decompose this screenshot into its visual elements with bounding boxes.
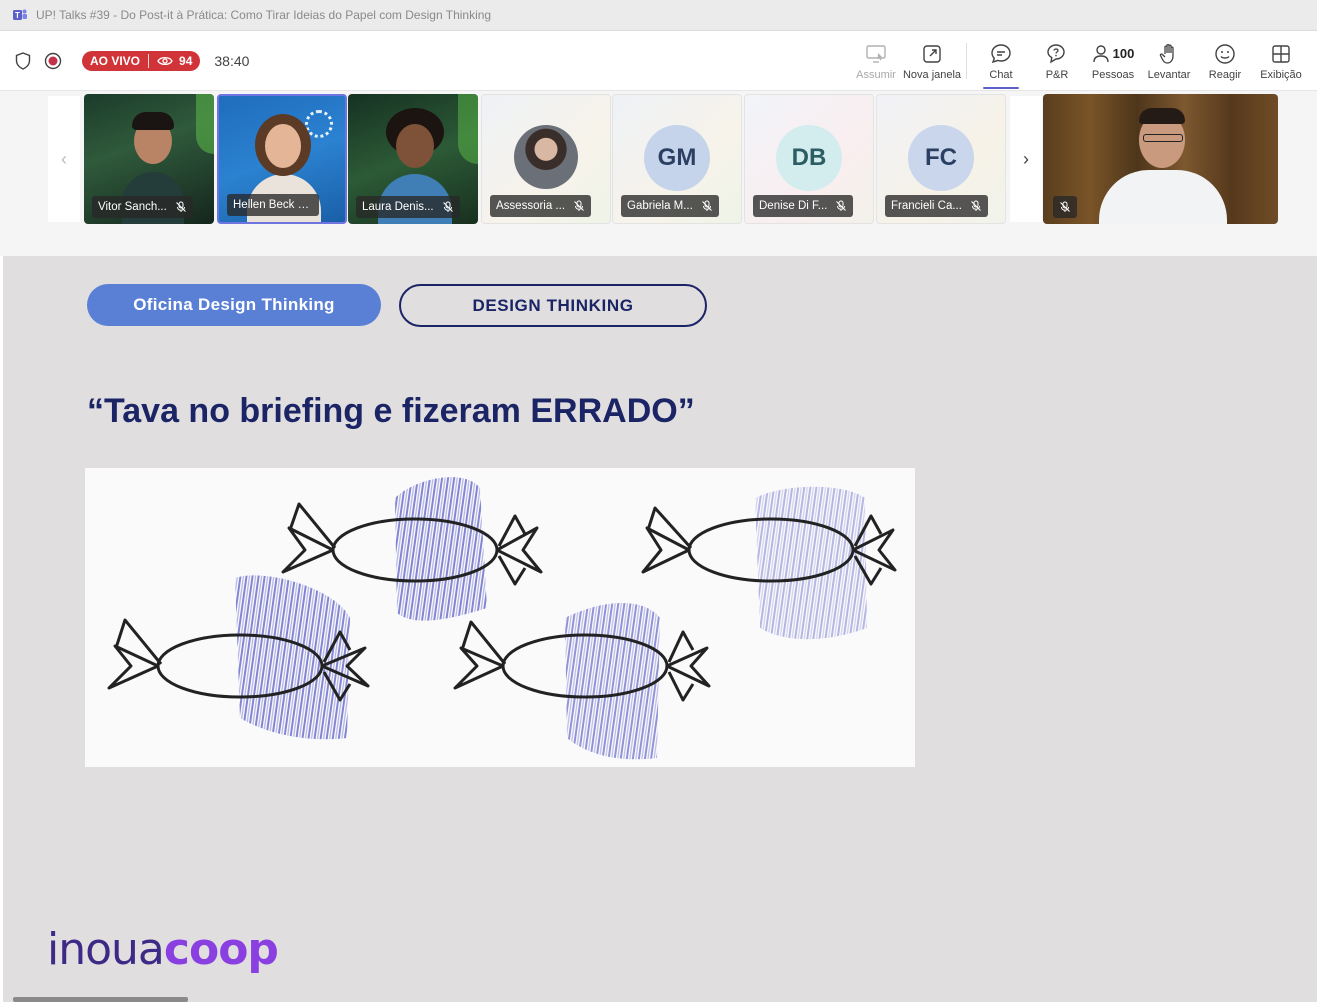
teams-icon: T [13,9,27,20]
grid-view-icon [1271,42,1291,66]
eye-icon [157,56,173,66]
mic-off-icon [836,200,847,211]
meeting-timer: 38:40 [214,53,250,69]
avatar [514,125,578,189]
participant-name-label: Denise Di F... [753,195,854,217]
mic-off-icon [971,200,981,211]
presenter-mic [1053,196,1077,218]
chevron-right-icon: › [1023,148,1029,169]
participant-name: Laura Denis... [362,201,434,213]
assumir-button[interactable]: Assumir [848,31,904,91]
avatar-initials: GM [644,125,710,191]
assumir-label: Assumir [856,68,896,81]
live-label: AO VIVO [90,54,141,68]
participant-tile[interactable]: Assessoria ... [481,94,611,224]
candy-drawing [85,468,915,767]
react-button[interactable]: Reagir [1197,31,1253,91]
chat-button[interactable]: Chat [973,31,1029,91]
qa-button[interactable]: P&R [1029,31,1085,91]
view-button[interactable]: Exibição [1253,31,1309,91]
people-count: 100 [1112,46,1135,61]
new-window-button[interactable]: Nova janela [902,31,962,91]
participant-name-label: Laura Denis... [356,196,460,218]
pop-out-icon [922,42,942,66]
mic-off-icon [1060,201,1070,212]
participant-name-label: Vitor Sanch... [92,196,193,218]
participant-name: Francieli Ca... [891,200,962,212]
participant-tile[interactable]: Laura Denis... [348,94,478,224]
avatar-initials: FC [908,125,974,191]
smiley-icon [1214,42,1236,66]
participant-strip: ‹ Vitor Sanch... Hellen Beck De ... [0,91,1317,256]
logo-text-inoua: inoua [47,924,165,975]
raise-hand-button[interactable]: Levantar [1141,31,1197,91]
participant-name: Denise Di F... [759,200,828,212]
live-badge: AO VIVO 94 [82,51,201,71]
participant-name-label: Francieli Ca... [885,195,988,217]
shared-slide: Oficina Design Thinking DESIGN THINKING … [3,256,1317,1002]
presenter-video[interactable] [1043,94,1278,224]
participant-name-label: Assessoria ... [490,195,592,217]
viewer-count: 94 [179,54,193,68]
strip-next-button[interactable]: › [1010,96,1042,222]
people-icon [1092,44,1109,62]
view-label: Exibição [1260,68,1302,81]
participant-name: Vitor Sanch... [98,201,167,213]
participant-tile[interactable]: DB Denise Di F... [744,94,874,224]
participant-tile-active[interactable]: Hellen Beck De ... [217,94,347,224]
participant-tile[interactable]: Vitor Sanch... [84,94,214,224]
mic-off-icon [701,200,712,211]
participant-name: Gabriela M... [627,200,693,212]
svg-text:T: T [15,11,20,20]
participant-tile[interactable]: FC Francieli Ca... [876,94,1006,224]
qa-label: P&R [1045,68,1069,81]
mic-off-icon [175,201,186,212]
meeting-toolbar: AO VIVO 94 38:40 Assumir Nova janela Cha… [0,31,1317,91]
inouacoop-logo: inouacoop [47,924,279,975]
logo-text-coop: coop [163,924,279,975]
tag-oficina: Oficina Design Thinking [87,284,381,326]
window-title: UP! Talks #39 - Do Post-it à Prática: Co… [36,8,492,22]
question-chat-icon [1046,42,1068,66]
chat-label: Chat [989,68,1013,81]
chat-icon [990,42,1012,66]
participant-name: Hellen Beck De ... [233,199,313,211]
mic-off-icon [574,200,584,211]
slide-title: “Tava no briefing e fizeram ERRADO” [87,392,695,430]
teams-meeting-window: T UP! Talks #39 - Do Post-it à Prática: … [0,0,1317,1002]
new-window-label: Nova janela [902,68,962,81]
react-label: Reagir [1208,68,1242,81]
people-button[interactable]: 100 Pessoas [1085,31,1141,91]
raise-hand-label: Levantar [1147,68,1191,81]
hand-icon [1159,42,1179,66]
shield-icon[interactable] [14,52,32,70]
screen-share-icon [865,42,887,66]
chevron-left-icon: ‹ [61,148,67,169]
mic-off-icon [442,201,453,212]
avatar-initials: DB [776,125,842,191]
participant-name-label: Hellen Beck De ... [227,194,319,216]
participant-name-label: Gabriela M... [621,195,719,217]
recording-icon[interactable] [44,52,62,70]
participant-name: Assessoria ... [496,200,566,212]
participant-tile[interactable]: GM Gabriela M... [612,94,742,224]
strip-prev-button[interactable]: ‹ [48,96,80,222]
scrollbar[interactable] [13,997,188,1002]
title-bar: T UP! Talks #39 - Do Post-it à Prática: … [0,0,1317,31]
people-label: Pessoas [1091,68,1135,81]
tag-design-thinking: DESIGN THINKING [399,284,707,327]
